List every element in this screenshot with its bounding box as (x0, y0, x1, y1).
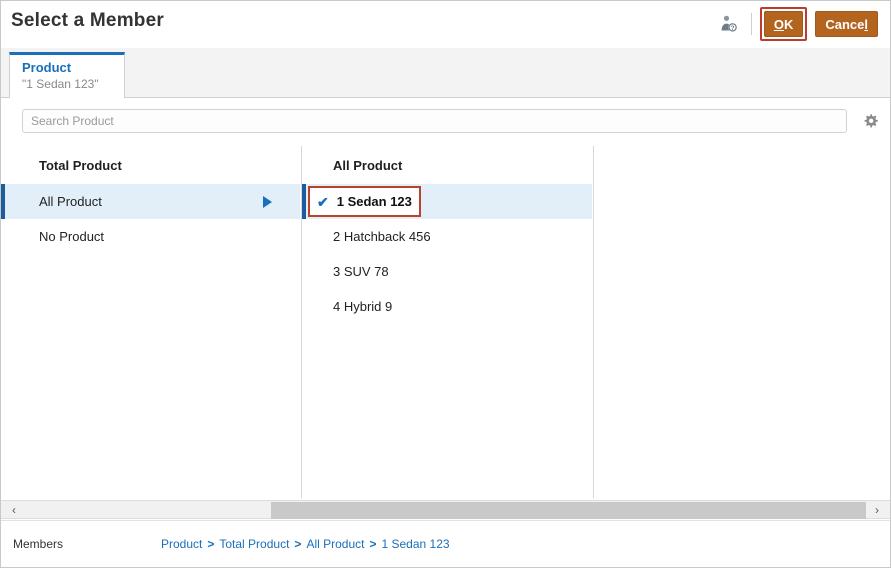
list-item-label: 4 Hybrid 9 (333, 299, 393, 314)
ok-button-focus-ring: OK (759, 7, 808, 41)
dialog-header: Select a Member ? OK Cance l (1, 1, 890, 48)
list-item-no-product[interactable]: No Product (1, 219, 300, 254)
breadcrumb-separator: > (294, 537, 302, 551)
list-item-hatchback[interactable]: 2 Hatchback 456 (302, 219, 592, 254)
scroll-left-arrow-icon[interactable]: ‹ (5, 501, 23, 519)
list-item-label: All Product (39, 194, 102, 209)
member-columns: Total Product All Product No Product All… (1, 146, 890, 498)
ok-button-accel: O (773, 16, 784, 32)
list-item-suv[interactable]: 3 SUV 78 (302, 254, 592, 289)
tab-product[interactable]: Product "1 Sedan 123" (9, 52, 125, 98)
list-item-label: 2 Hatchback 456 (333, 229, 431, 244)
breadcrumb-item-total-product[interactable]: Total Product (219, 537, 289, 551)
list-item-hybrid[interactable]: 4 Hybrid 9 (302, 289, 592, 324)
select-member-dialog: Select a Member ? OK Cance l Product "1 … (0, 0, 891, 568)
cancel-button-label: Cance (825, 16, 865, 32)
cancel-button[interactable]: Cance l (815, 11, 878, 37)
search-row (1, 98, 890, 146)
checkmark-icon: ✔ (317, 193, 329, 210)
breadcrumb-separator: > (207, 537, 215, 551)
drill-down-arrow-icon[interactable] (263, 195, 272, 208)
breadcrumb-separator: > (369, 537, 377, 551)
selected-member-label: 1 Sedan 123 (336, 194, 412, 209)
column-all-product: All Product 1 Sedan 123 ✔ 1 Sedan 123 2 … (301, 146, 592, 498)
ok-button[interactable]: OK (763, 11, 804, 37)
list-item-sedan[interactable]: 1 Sedan 123 ✔ 1 Sedan 123 (302, 184, 592, 219)
column-total-product: Total Product All Product No Product (1, 146, 300, 498)
scroll-right-arrow-icon[interactable]: › (868, 501, 886, 519)
cancel-button-wrap: Cance l (811, 7, 882, 41)
page-title: Select a Member (11, 10, 164, 31)
gear-icon[interactable] (859, 110, 881, 132)
header-divider (750, 13, 752, 35)
column-header: Total Product (39, 157, 122, 173)
member-info-icon[interactable]: ? (715, 10, 743, 38)
horizontal-scrollbar[interactable]: ‹ › (1, 500, 890, 519)
breadcrumb-item-all-product[interactable]: All Product (306, 537, 364, 551)
list-item-label: No Product (39, 229, 105, 244)
selected-member-focus-box: ✔ 1 Sedan 123 (308, 186, 421, 217)
tab-product-sublabel: "1 Sedan 123" (22, 77, 99, 91)
ok-button-label: K (783, 16, 794, 32)
list-item-label: 3 SUV 78 (333, 264, 389, 279)
tab-product-label: Product (22, 60, 72, 75)
breadcrumb-item-product[interactable]: Product (161, 537, 202, 551)
tab-strip: Product "1 Sedan 123" (1, 48, 890, 98)
dialog-footer: Members Product > Total Product > All Pr… (1, 520, 890, 567)
search-input[interactable] (22, 109, 847, 133)
column-header: All Product (333, 157, 403, 173)
svg-text:?: ? (731, 26, 735, 32)
breadcrumb-item-sedan[interactable]: 1 Sedan 123 (381, 537, 449, 551)
list-item-all-product[interactable]: All Product (1, 184, 300, 219)
scrollbar-thumb[interactable] (271, 502, 866, 519)
column-empty (593, 146, 890, 498)
cancel-button-accel: l (864, 16, 868, 32)
header-actions: ? OK Cance l (715, 7, 882, 41)
members-label: Members (13, 537, 64, 551)
breadcrumb: Product > Total Product > All Product > … (161, 537, 450, 551)
